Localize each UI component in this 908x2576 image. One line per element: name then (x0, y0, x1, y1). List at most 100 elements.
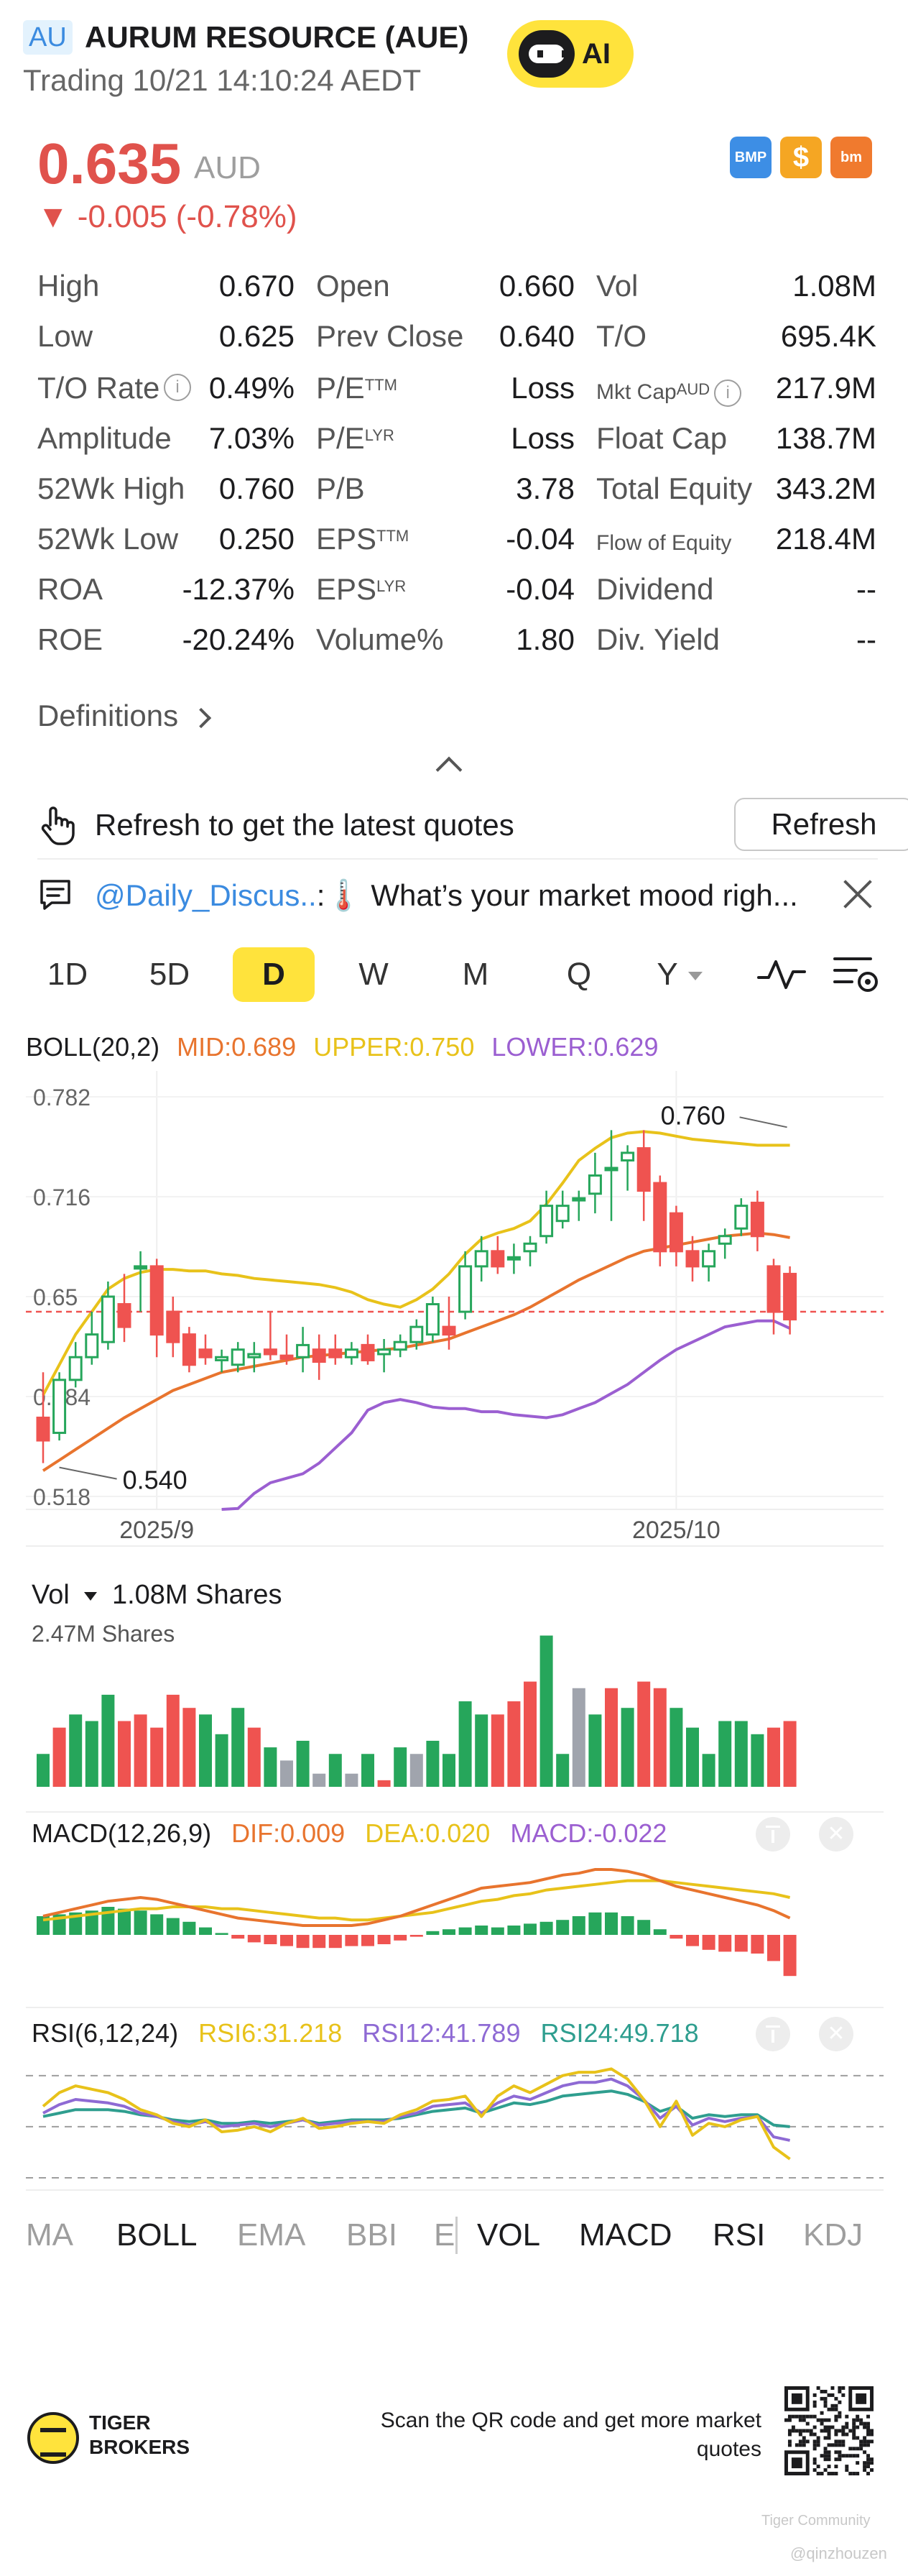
stat-label-sup: LYR (376, 577, 407, 595)
pin-top-icon[interactable] (756, 2017, 790, 2051)
qr-module (802, 2436, 806, 2440)
stat-label: T/O Rate (37, 371, 160, 405)
volume-legend[interactable]: Vol 1.08M Shares (32, 1578, 282, 1611)
stat-label: 52Wk High (37, 472, 185, 505)
ai-assistant-button[interactable]: AI (507, 20, 634, 88)
stat-value: 138.7M (775, 421, 876, 455)
refresh-row: Refresh to get the latest quotes Refresh (37, 798, 908, 852)
stat-label-text: Vol (596, 269, 639, 303)
macd-bar (539, 1921, 553, 1935)
qr-module (816, 2472, 820, 2475)
tab-separator (455, 2217, 458, 2254)
close-pane-icon[interactable]: ✕ (819, 1817, 853, 1852)
indicator-line-icon[interactable] (756, 956, 807, 993)
pin-top-icon[interactable] (756, 1817, 790, 1852)
indicator-tab-ma[interactable]: MA (26, 2214, 73, 2257)
tab-m[interactable]: M (437, 947, 514, 1002)
qr-module (845, 2432, 849, 2437)
candle-body (474, 1250, 488, 1268)
volume-bar (588, 1714, 602, 1787)
tab-y[interactable]: Y (641, 947, 718, 1002)
volume-bar (572, 1688, 585, 1787)
qr-module (820, 2429, 824, 2433)
indicator-tab-rsi[interactable]: RSI (713, 2214, 765, 2257)
tab-q[interactable]: Q (540, 947, 618, 1002)
close-icon[interactable] (842, 878, 874, 910)
indicator-tab-ema[interactable]: EMA (237, 2214, 305, 2257)
candlestick-chart[interactable]: 0.7820.7160.650.5840.5180.7600.5402025/9… (0, 1071, 908, 1545)
brand-line-1: TIGER (89, 2411, 151, 2434)
macd-legend[interactable]: MACD(12,26,9) DIF:0.009 DEA:0.020 MACD:-… (32, 1817, 667, 1850)
stat-value: 1.80 (516, 622, 575, 656)
macd-bar (605, 1912, 618, 1935)
chart-settings-icon[interactable] (832, 953, 882, 996)
close-pane-icon[interactable]: ✕ (819, 2017, 853, 2051)
definitions-link[interactable]: Definitions (37, 696, 212, 736)
macd-bar (556, 1920, 570, 1935)
qr-module (798, 2443, 802, 2447)
stat-label: Total Equity (596, 469, 752, 509)
qr-module (830, 2472, 835, 2475)
qr-module (866, 2421, 871, 2426)
qr-module (802, 2439, 806, 2444)
rsi-legend[interactable]: RSI(6,12,24) RSI6:31.218 RSI12:41.789 RS… (32, 2017, 699, 2050)
volume-bar (637, 1681, 651, 1787)
qr-module (863, 2450, 867, 2455)
stat-label-text: P/E (316, 421, 365, 455)
options-icon[interactable]: bm (830, 137, 872, 178)
indicator-tab-boll[interactable]: BOLL (116, 2214, 198, 2257)
qr-module (856, 2414, 860, 2419)
qr-module (852, 2425, 856, 2429)
rsi-chart[interactable] (0, 2056, 908, 2185)
indicator-tab-macd[interactable]: MACD (579, 2214, 672, 2257)
stat-value: 0.640 (499, 319, 575, 353)
tab-5d[interactable]: 5D (131, 947, 208, 1002)
volume-bar (247, 1727, 261, 1787)
tab-d[interactable]: D (233, 947, 315, 1002)
qr-module (866, 2429, 871, 2433)
qr-module (827, 2443, 831, 2447)
y-tick-label: 0.716 (33, 1184, 91, 1210)
qr-module (841, 2386, 846, 2390)
tab-w[interactable]: W (335, 947, 412, 1002)
stock-name: AURUM RESOURCE (AUE) (85, 20, 469, 54)
qr-module (812, 2393, 817, 2397)
qr-module (820, 2411, 824, 2415)
tab-label: Q (566, 957, 592, 992)
qr-module (838, 2414, 842, 2419)
stat-value: Loss (511, 421, 575, 455)
discussion-banner[interactable]: @Daily_Discus..:🌡️ What’s your market mo… (37, 870, 878, 920)
qr-module (856, 2472, 860, 2475)
qr-module (852, 2429, 856, 2433)
refresh-button[interactable]: Refresh (734, 798, 908, 851)
rsi6: RSI6:31.218 (198, 2018, 343, 2048)
tap-hand-icon (41, 806, 75, 845)
qr-module (841, 2425, 846, 2429)
stat-label-text: EPS (316, 572, 377, 606)
qr-module (820, 2454, 824, 2458)
dollar-icon[interactable]: $ (780, 137, 822, 178)
chevron-up-icon[interactable] (435, 756, 463, 783)
indicator-tab-vol[interactable]: VOL (477, 2214, 540, 2257)
stat-label-sup: AUD (676, 380, 710, 398)
indicator-tab-e[interactable]: E (434, 2214, 455, 2257)
qr-module (802, 2429, 806, 2433)
tab-1d[interactable]: 1D (29, 947, 106, 1002)
discussion-handle[interactable]: @Daily_Discus.. (95, 878, 317, 912)
macd-dif: DIF:0.009 (231, 1818, 346, 1848)
macd-bar (328, 1935, 342, 1949)
macd-chart[interactable] (0, 1854, 908, 1991)
qr-module (827, 2425, 831, 2429)
market-badge: AU (23, 20, 73, 55)
qr-module (852, 2436, 856, 2440)
dropdown-icon[interactable] (84, 1591, 98, 1601)
qr-module (816, 2443, 820, 2447)
volume-chart[interactable] (0, 1617, 908, 1797)
volume-bar (783, 1721, 797, 1787)
qr-module (852, 2454, 856, 2458)
bmp-icon[interactable]: BMP (730, 137, 772, 178)
indicator-tab-kdj[interactable]: KDJ (803, 2214, 863, 2257)
tab-label: Y (657, 957, 678, 992)
indicator-tab-bbi[interactable]: BBI (346, 2214, 397, 2257)
boll-legend[interactable]: BOLL(20,2) MID:0.689 UPPER:0.750 LOWER:0… (26, 1031, 658, 1064)
